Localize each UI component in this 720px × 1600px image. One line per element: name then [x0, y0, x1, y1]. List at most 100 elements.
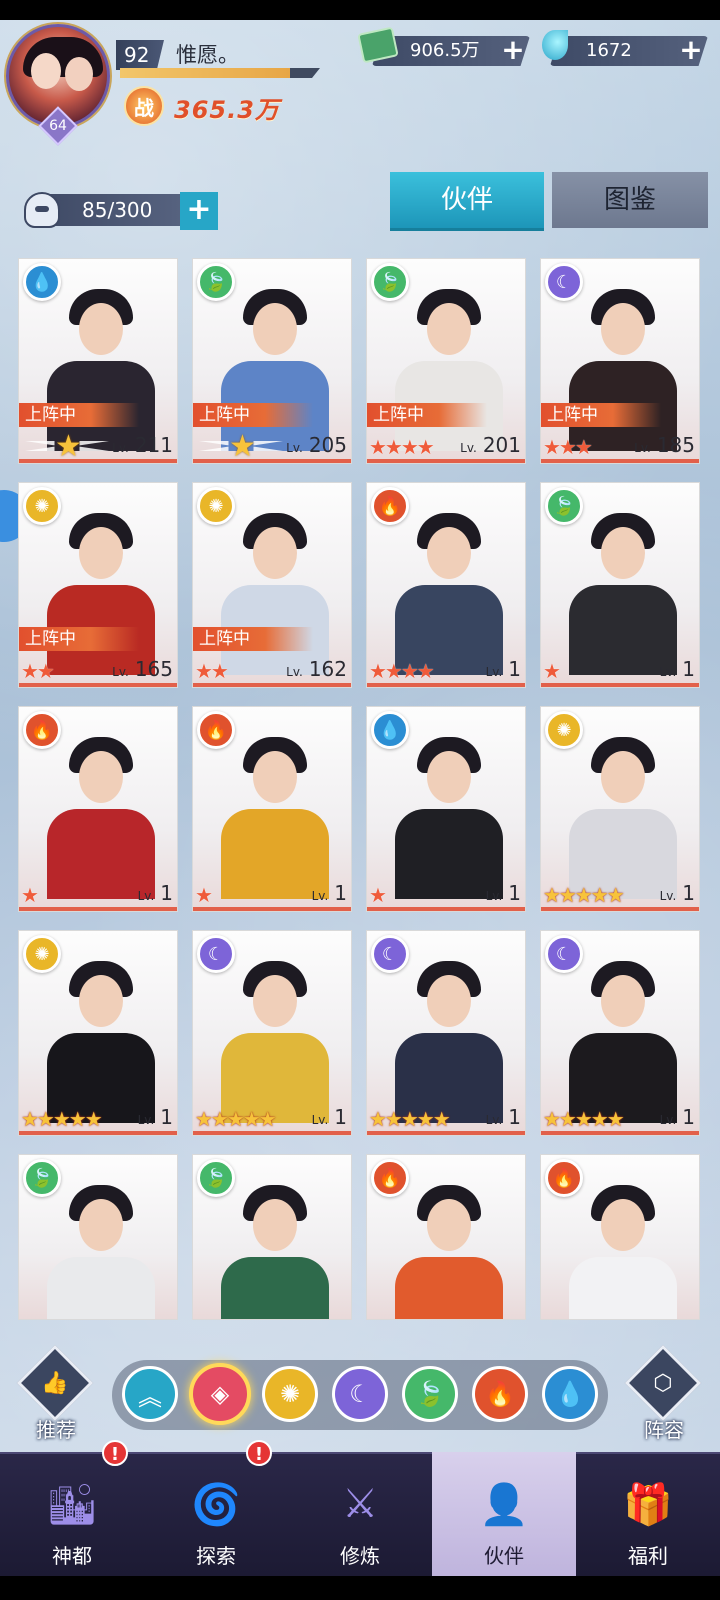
partner-level: Lv. 165: [112, 657, 173, 681]
battle-power-icon: 战: [124, 86, 164, 126]
partner-card[interactable]: 🍃: [192, 1154, 352, 1320]
water-icon: 💧: [371, 711, 409, 749]
partner-card[interactable]: 🍃 上阵中 ★★★★ Lv. 201: [366, 258, 526, 464]
card-bottom-stripe: [193, 907, 351, 911]
partner-card[interactable]: ✺ 上阵中 ★★ Lv. 162: [192, 482, 352, 688]
recommend-label: 推荐: [36, 1418, 76, 1442]
partner-card[interactable]: ✺ 上阵中 ★★ Lv. 165: [18, 482, 178, 688]
star-rating: ★★: [21, 659, 55, 683]
sword-icon: ⚔: [342, 1481, 378, 1527]
alert-badge: !: [246, 1440, 272, 1466]
partner-portrait: [391, 949, 507, 1123]
star-rating: ★★★★: [369, 659, 435, 683]
winged-star-rank: ★: [25, 429, 109, 463]
fire-icon: 🔥: [371, 487, 409, 525]
fire-icon: 🔥: [545, 1159, 583, 1197]
hooded-figure-icon: [24, 192, 60, 228]
partner-card[interactable]: ✺ ★★★★★ Lv. 1: [18, 930, 178, 1136]
formation-label: 阵容: [644, 1418, 684, 1442]
wind-icon: 🍃: [371, 263, 409, 301]
avatar-level-text: 64: [49, 118, 67, 134]
water-icon: 💧: [23, 263, 61, 301]
winged-star-rank: ★: [199, 429, 283, 463]
deployed-tag: 上阵中: [541, 403, 661, 427]
nav-item[interactable]: 🏙 神都!: [0, 1440, 144, 1576]
star-rating: ★★★★: [369, 435, 435, 459]
tab-partners[interactable]: 伙伴: [390, 172, 544, 228]
recommend-button[interactable]: 👍 推荐: [14, 1344, 98, 1442]
star-rating: ★★★★★: [369, 1107, 451, 1131]
partner-card[interactable]: 🔥: [366, 1154, 526, 1320]
nav-label: 伙伴: [484, 1544, 524, 1568]
filter-gem-diamond-icon[interactable]: ◈: [189, 1363, 251, 1425]
partner-level: Lv. 1: [137, 881, 173, 905]
nav-item[interactable]: 🌀 探索!: [144, 1440, 288, 1576]
fire-icon: 🔥: [23, 711, 61, 749]
card-bottom-stripe: [541, 1131, 699, 1135]
partner-card[interactable]: ☾ ★★★★★ Lv. 1: [540, 930, 700, 1136]
partner-card[interactable]: 🔥: [540, 1154, 700, 1320]
card-bottom-stripe: [19, 907, 177, 911]
avatar-face: [65, 57, 93, 91]
card-bottom-stripe: [367, 907, 525, 911]
partner-level: Lv. 1: [485, 881, 521, 905]
filter-fire-icon[interactable]: 🔥: [472, 1366, 528, 1422]
star-rating: ★: [195, 883, 213, 907]
card-bottom-stripe: [367, 1131, 525, 1135]
sun-icon: ✺: [23, 487, 61, 525]
partner-card[interactable]: 🍃: [18, 1154, 178, 1320]
sun-icon: ✺: [197, 487, 235, 525]
star-rating: ★★★★★: [21, 1107, 103, 1131]
player-level: 92: [116, 40, 164, 70]
partner-card[interactable]: ☾ ★★★★★ Lv. 1: [366, 930, 526, 1136]
card-bottom-stripe: [19, 459, 177, 463]
filter-water-icon[interactable]: 💧: [542, 1366, 598, 1422]
partner-card[interactable]: 💧 上阵中 ★ Lv. 211: [18, 258, 178, 464]
exp-bar: [120, 68, 320, 78]
partner-card[interactable]: ☾ ★★★★★ Lv. 1: [192, 930, 352, 1136]
card-bottom-stripe: [541, 683, 699, 687]
partner-card[interactable]: ✺ ★★★★★ Lv. 1: [540, 706, 700, 912]
gift-chest-icon: 🎁: [623, 1481, 673, 1528]
filter-moon-icon[interactable]: ☾: [332, 1366, 388, 1422]
partner-portrait: [43, 1173, 159, 1319]
alert-badge: !: [102, 1440, 128, 1466]
filter-wind-icon[interactable]: 🍃: [402, 1366, 458, 1422]
wind-icon: 🍃: [197, 1159, 235, 1197]
nav-item[interactable]: 👤 伙伴: [432, 1452, 576, 1576]
partner-level: Lv. 1: [311, 1105, 347, 1129]
add-gold-button[interactable]: +: [498, 36, 528, 66]
partner-card[interactable]: ☾ 上阵中 ★★★ Lv. 185: [540, 258, 700, 464]
partner-card[interactable]: 🔥 ★★★★ Lv. 1: [366, 482, 526, 688]
nav-item[interactable]: ⚔ 修炼: [288, 1452, 432, 1576]
card-bottom-stripe: [193, 1131, 351, 1135]
card-bottom-stripe: [193, 459, 351, 463]
partner-card[interactable]: 🔥 ★ Lv. 1: [192, 706, 352, 912]
partner-level: Lv. 1: [659, 1105, 695, 1129]
filter-sun-icon[interactable]: ✺: [262, 1366, 318, 1422]
card-bottom-stripe: [541, 459, 699, 463]
formation-button[interactable]: ⬡ 阵容: [622, 1344, 706, 1442]
nav-item[interactable]: 🎁 福利: [576, 1452, 720, 1576]
partner-portrait: [565, 725, 681, 899]
partner-card[interactable]: 🍃 ★ Lv. 1: [540, 482, 700, 688]
add-gem-button[interactable]: +: [676, 36, 706, 66]
game-screen: 64 92 惟愿。 战 365.3万 906.5万 + 1672 + 85/30…: [0, 20, 720, 1576]
player-name: 惟愿。: [176, 43, 239, 67]
nav-label: 神都: [52, 1544, 92, 1568]
star-rating: ★★★★★: [195, 1107, 277, 1131]
partner-level: Lv. 162: [286, 657, 347, 681]
partner-card[interactable]: 🍃 上阵中 ★ Lv. 205: [192, 258, 352, 464]
star-rating: ★: [21, 883, 39, 907]
card-bottom-stripe: [541, 907, 699, 911]
moon-icon: ☾: [545, 263, 583, 301]
partner-card[interactable]: 💧 ★ Lv. 1: [366, 706, 526, 912]
partner-level: Lv. 1: [485, 657, 521, 681]
partner-card[interactable]: 🔥 ★ Lv. 1: [18, 706, 178, 912]
fire-icon: 🔥: [371, 1159, 409, 1197]
expand-capacity-button[interactable]: +: [180, 192, 218, 230]
partner-portrait: [43, 725, 159, 899]
tab-codex[interactable]: 图鉴: [552, 172, 708, 228]
partner-level: Lv. 1: [311, 881, 347, 905]
filter-chevron-up-icon[interactable]: ︽: [122, 1366, 178, 1422]
